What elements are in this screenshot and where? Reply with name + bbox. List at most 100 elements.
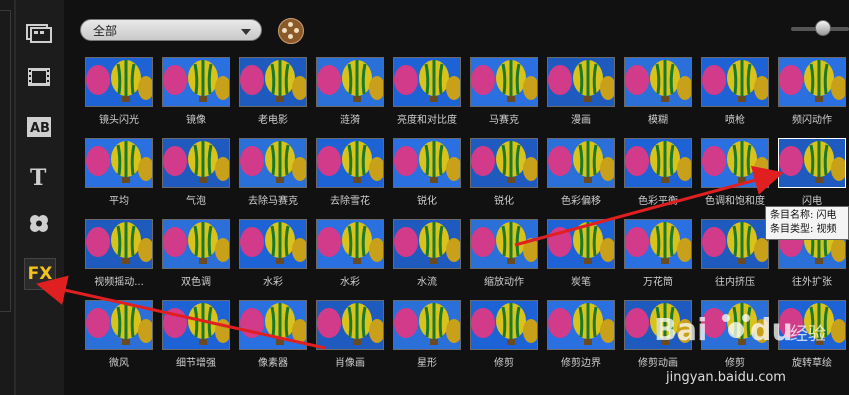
filter-label: 双色调 xyxy=(181,277,211,288)
filter-tile[interactable]: 像素器 xyxy=(239,300,307,380)
filter-thumbnail[interactable] xyxy=(162,138,230,188)
filter-tile[interactable]: 喷枪 xyxy=(701,57,769,137)
filter-thumbnail[interactable] xyxy=(316,138,384,188)
filter-thumbnail[interactable] xyxy=(393,57,461,107)
filter-thumbnail[interactable] xyxy=(85,138,153,188)
filter-thumbnail[interactable] xyxy=(624,300,692,350)
filter-thumbnail[interactable] xyxy=(701,138,769,188)
filter-thumbnail[interactable] xyxy=(547,300,615,350)
filter-thumbnail[interactable] xyxy=(470,300,538,350)
filter-thumbnail[interactable] xyxy=(239,138,307,188)
transition-icon[interactable]: AB xyxy=(24,112,54,142)
filter-thumbnail[interactable] xyxy=(85,57,153,107)
filter-tile[interactable]: 细节增强 xyxy=(162,300,230,380)
thumbnail-size-slider-knob[interactable] xyxy=(815,20,831,36)
filter-thumbnail[interactable] xyxy=(162,57,230,107)
filter-tile[interactable]: 亮度和对比度 xyxy=(393,57,461,137)
filter-label: 模糊 xyxy=(648,115,668,126)
filter-tile[interactable]: 往内挤压 xyxy=(701,219,769,299)
filter-tile[interactable]: 锐化 xyxy=(393,138,461,218)
filter-tile[interactable]: 万花筒 xyxy=(624,219,692,299)
title-icon[interactable]: T xyxy=(24,162,54,192)
filter-tile[interactable]: 镜像 xyxy=(162,57,230,137)
filter-thumbnail[interactable] xyxy=(393,219,461,269)
filter-tile[interactable]: 锐化 xyxy=(470,138,538,218)
filter-tile[interactable]: 星形 xyxy=(393,300,461,380)
filter-label: 镜像 xyxy=(186,115,206,126)
filter-tile[interactable]: 马赛克 xyxy=(470,57,538,137)
filter-tile[interactable]: 漫画 xyxy=(547,57,615,137)
filter-tile[interactable]: 平均 xyxy=(85,138,153,218)
filter-tile[interactable]: 色彩平衡 xyxy=(624,138,692,218)
filter-thumbnail[interactable] xyxy=(701,219,769,269)
filter-label: 去除雪花 xyxy=(330,196,370,207)
filter-tile[interactable]: 水彩 xyxy=(316,219,384,299)
filter-tile[interactable]: 肖像画 xyxy=(316,300,384,380)
filter-thumbnail[interactable] xyxy=(239,219,307,269)
filter-tile[interactable]: 去除雪花 xyxy=(316,138,384,218)
filter-thumbnail[interactable] xyxy=(547,57,615,107)
filter-tile[interactable]: 修剪 xyxy=(701,300,769,380)
filter-tile[interactable]: 去除马赛克 xyxy=(239,138,307,218)
media-library-icon[interactable] xyxy=(24,18,54,48)
filter-tile[interactable]: 视频摇动... xyxy=(85,219,153,299)
filter-tile[interactable]: 缩放动作 xyxy=(470,219,538,299)
filter-thumbnail[interactable] xyxy=(162,300,230,350)
filter-tile[interactable]: 频闪动作 xyxy=(778,57,846,137)
filter-thumbnail[interactable] xyxy=(624,57,692,107)
filter-tile[interactable]: 双色调 xyxy=(162,219,230,299)
filter-label: 修剪动画 xyxy=(638,358,678,369)
filter-thumbnail[interactable] xyxy=(316,57,384,107)
filter-tile[interactable]: 水彩 xyxy=(239,219,307,299)
filter-thumbnail[interactable] xyxy=(701,57,769,107)
filter-tile[interactable]: 气泡 xyxy=(162,138,230,218)
filter-thumbnail[interactable] xyxy=(778,57,846,107)
filter-tile[interactable]: 旋转草绘 xyxy=(778,300,846,380)
filter-thumbnail[interactable] xyxy=(547,138,615,188)
filter-tile[interactable]: 色彩偏移 xyxy=(547,138,615,218)
filter-thumbnail[interactable] xyxy=(624,219,692,269)
filter-thumbnail[interactable] xyxy=(316,300,384,350)
filter-thumbnail[interactable] xyxy=(85,300,153,350)
tooltip-name: 条目名称: 闪电 xyxy=(770,210,837,221)
filter-thumbnail[interactable] xyxy=(624,138,692,188)
filter-thumbnail[interactable] xyxy=(85,219,153,269)
film-icon[interactable] xyxy=(24,62,54,92)
film-reel-icon[interactable] xyxy=(278,18,304,44)
filter-thumbnail[interactable] xyxy=(393,138,461,188)
fx-filter-icon[interactable]: FX xyxy=(24,258,56,290)
filter-tile[interactable]: 水流 xyxy=(393,219,461,299)
filter-label: 视频摇动... xyxy=(94,277,144,288)
filter-tile[interactable]: 色调和饱和度 xyxy=(701,138,769,218)
filter-thumbnail[interactable] xyxy=(701,300,769,350)
filter-thumbnail[interactable] xyxy=(316,219,384,269)
filter-tile[interactable]: 修剪动画 xyxy=(624,300,692,380)
filter-tile[interactable]: 修剪边界 xyxy=(547,300,615,380)
filter-thumbnail[interactable] xyxy=(239,300,307,350)
filter-label: 色彩偏移 xyxy=(561,196,601,207)
filter-thumbnail[interactable] xyxy=(470,219,538,269)
filter-label: 肖像画 xyxy=(335,358,365,369)
filter-thumbnail[interactable] xyxy=(162,219,230,269)
filter-thumbnail[interactable] xyxy=(239,57,307,107)
filter-tile[interactable]: 模糊 xyxy=(624,57,692,137)
filter-tile[interactable]: 修剪 xyxy=(470,300,538,380)
filter-label: 缩放动作 xyxy=(484,277,524,288)
filter-thumbnail[interactable] xyxy=(393,300,461,350)
filter-tile[interactable]: 镜头闪光 xyxy=(85,57,153,137)
filter-tile[interactable]: 老电影 xyxy=(239,57,307,137)
watermark-url: jingyan.baidu.com xyxy=(666,370,786,385)
filter-tile[interactable]: 微风 xyxy=(85,300,153,380)
graphic-flower-icon[interactable] xyxy=(24,208,54,238)
filter-library-panel: 全部 镜头闪光 镜像 老电影 涟漪 亮度和对比度 马赛克 漫画 模糊 喷枪 频闪动作平均 气泡 去除马… xyxy=(64,0,849,395)
category-dropdown[interactable]: 全部 xyxy=(80,19,262,41)
filter-thumbnail[interactable] xyxy=(470,57,538,107)
filter-tile[interactable]: 涟漪 xyxy=(316,57,384,137)
chevron-down-icon xyxy=(241,29,251,35)
filter-thumbnail[interactable] xyxy=(778,138,846,188)
filter-label: 往外扩张 xyxy=(792,277,832,288)
filter-thumbnail[interactable] xyxy=(778,300,846,350)
filter-thumbnail[interactable] xyxy=(547,219,615,269)
filter-tile[interactable]: 炭笔 xyxy=(547,219,615,299)
filter-thumbnail[interactable] xyxy=(470,138,538,188)
